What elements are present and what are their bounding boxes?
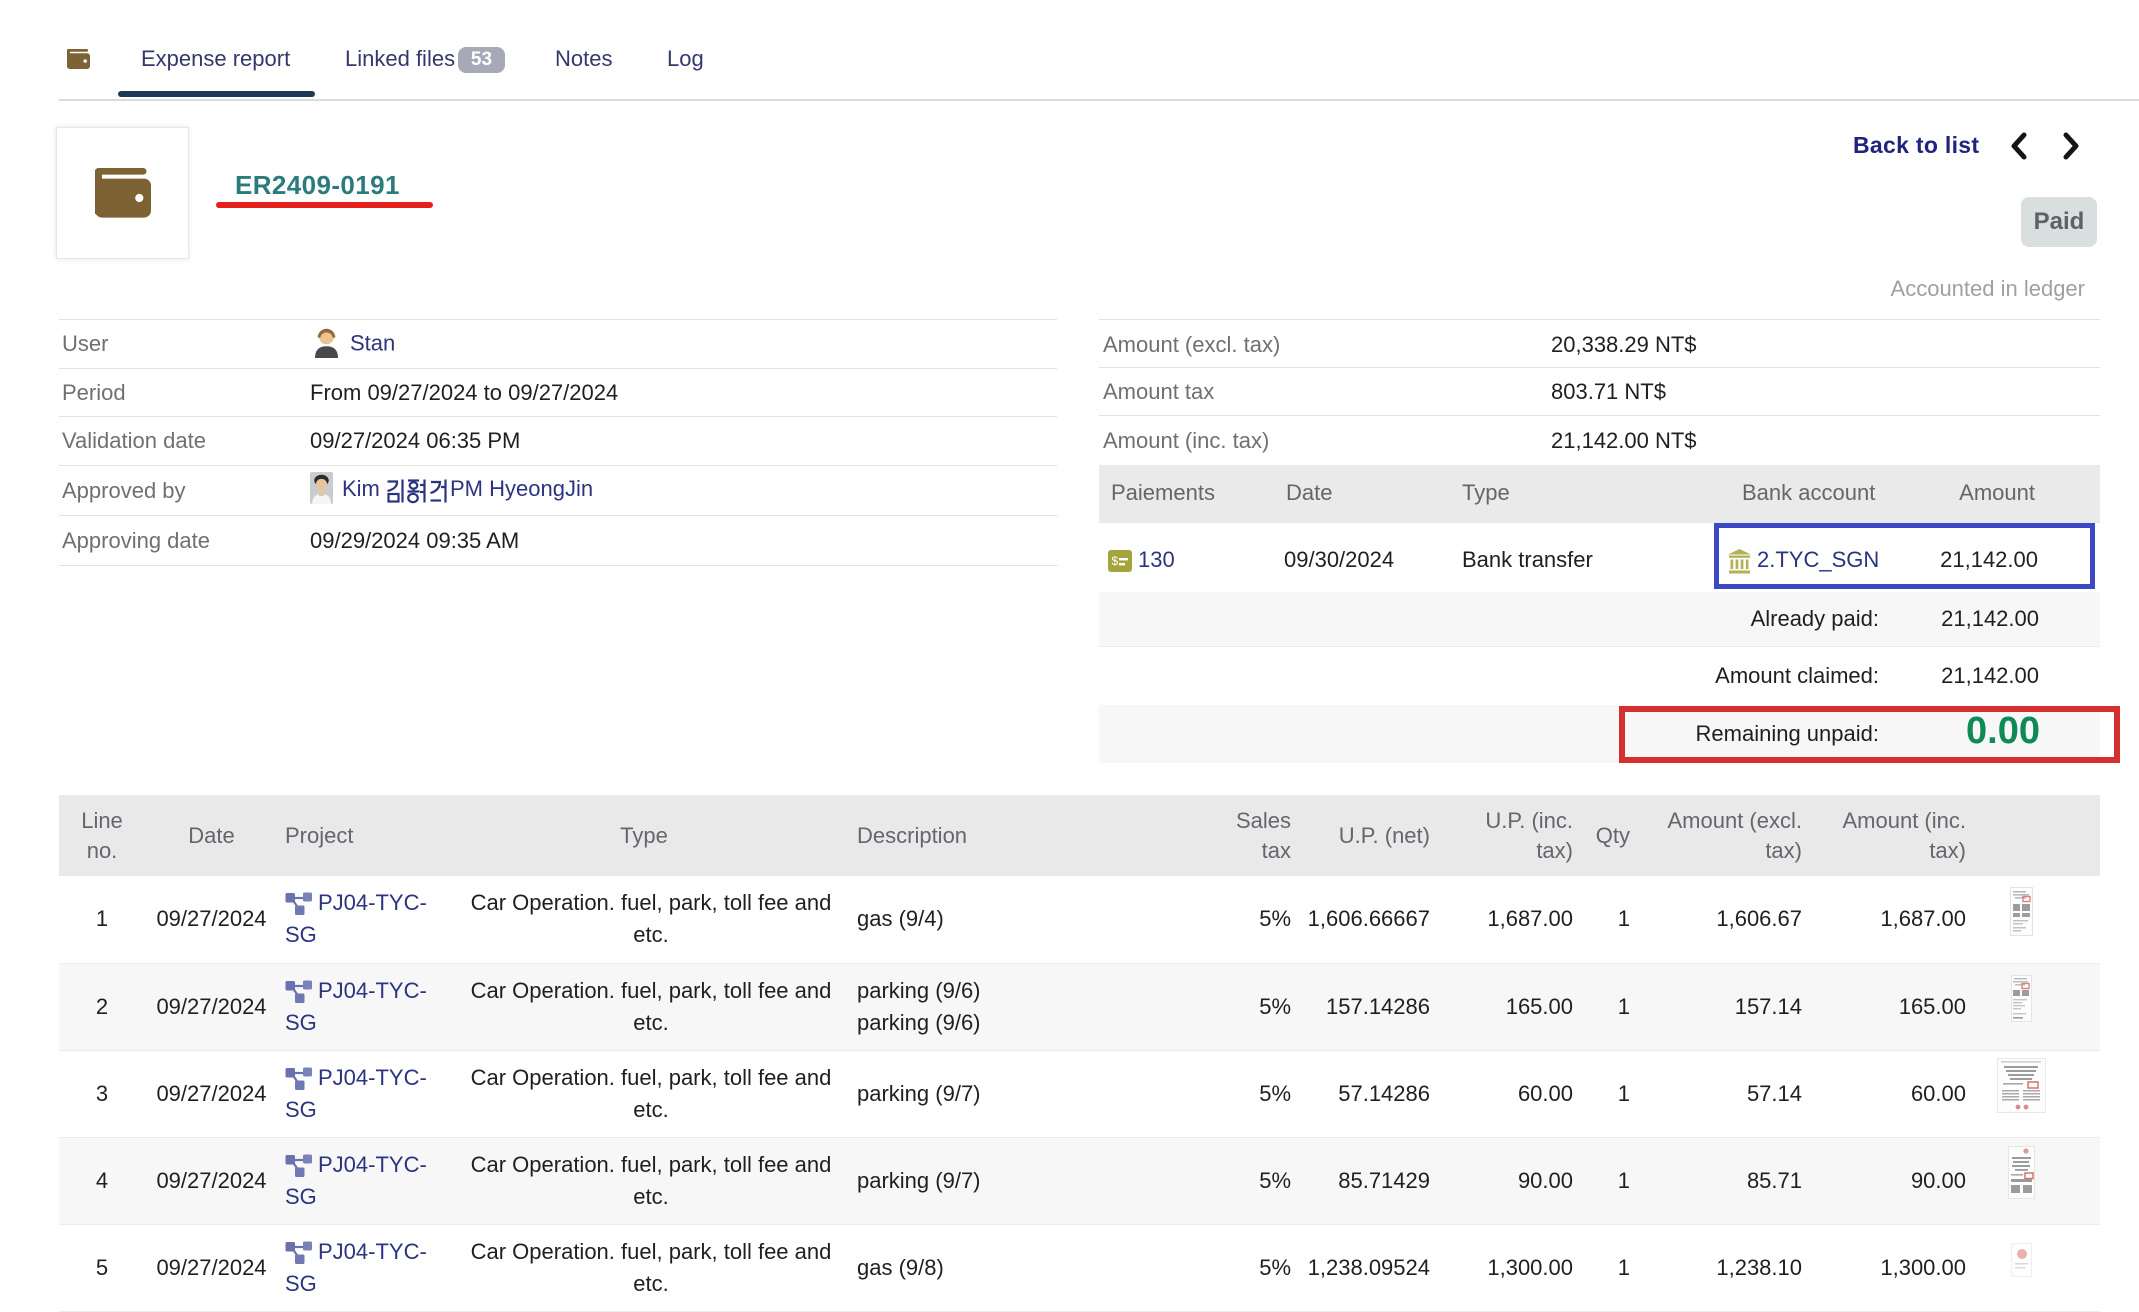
svg-text:$: $ bbox=[1112, 554, 1119, 568]
